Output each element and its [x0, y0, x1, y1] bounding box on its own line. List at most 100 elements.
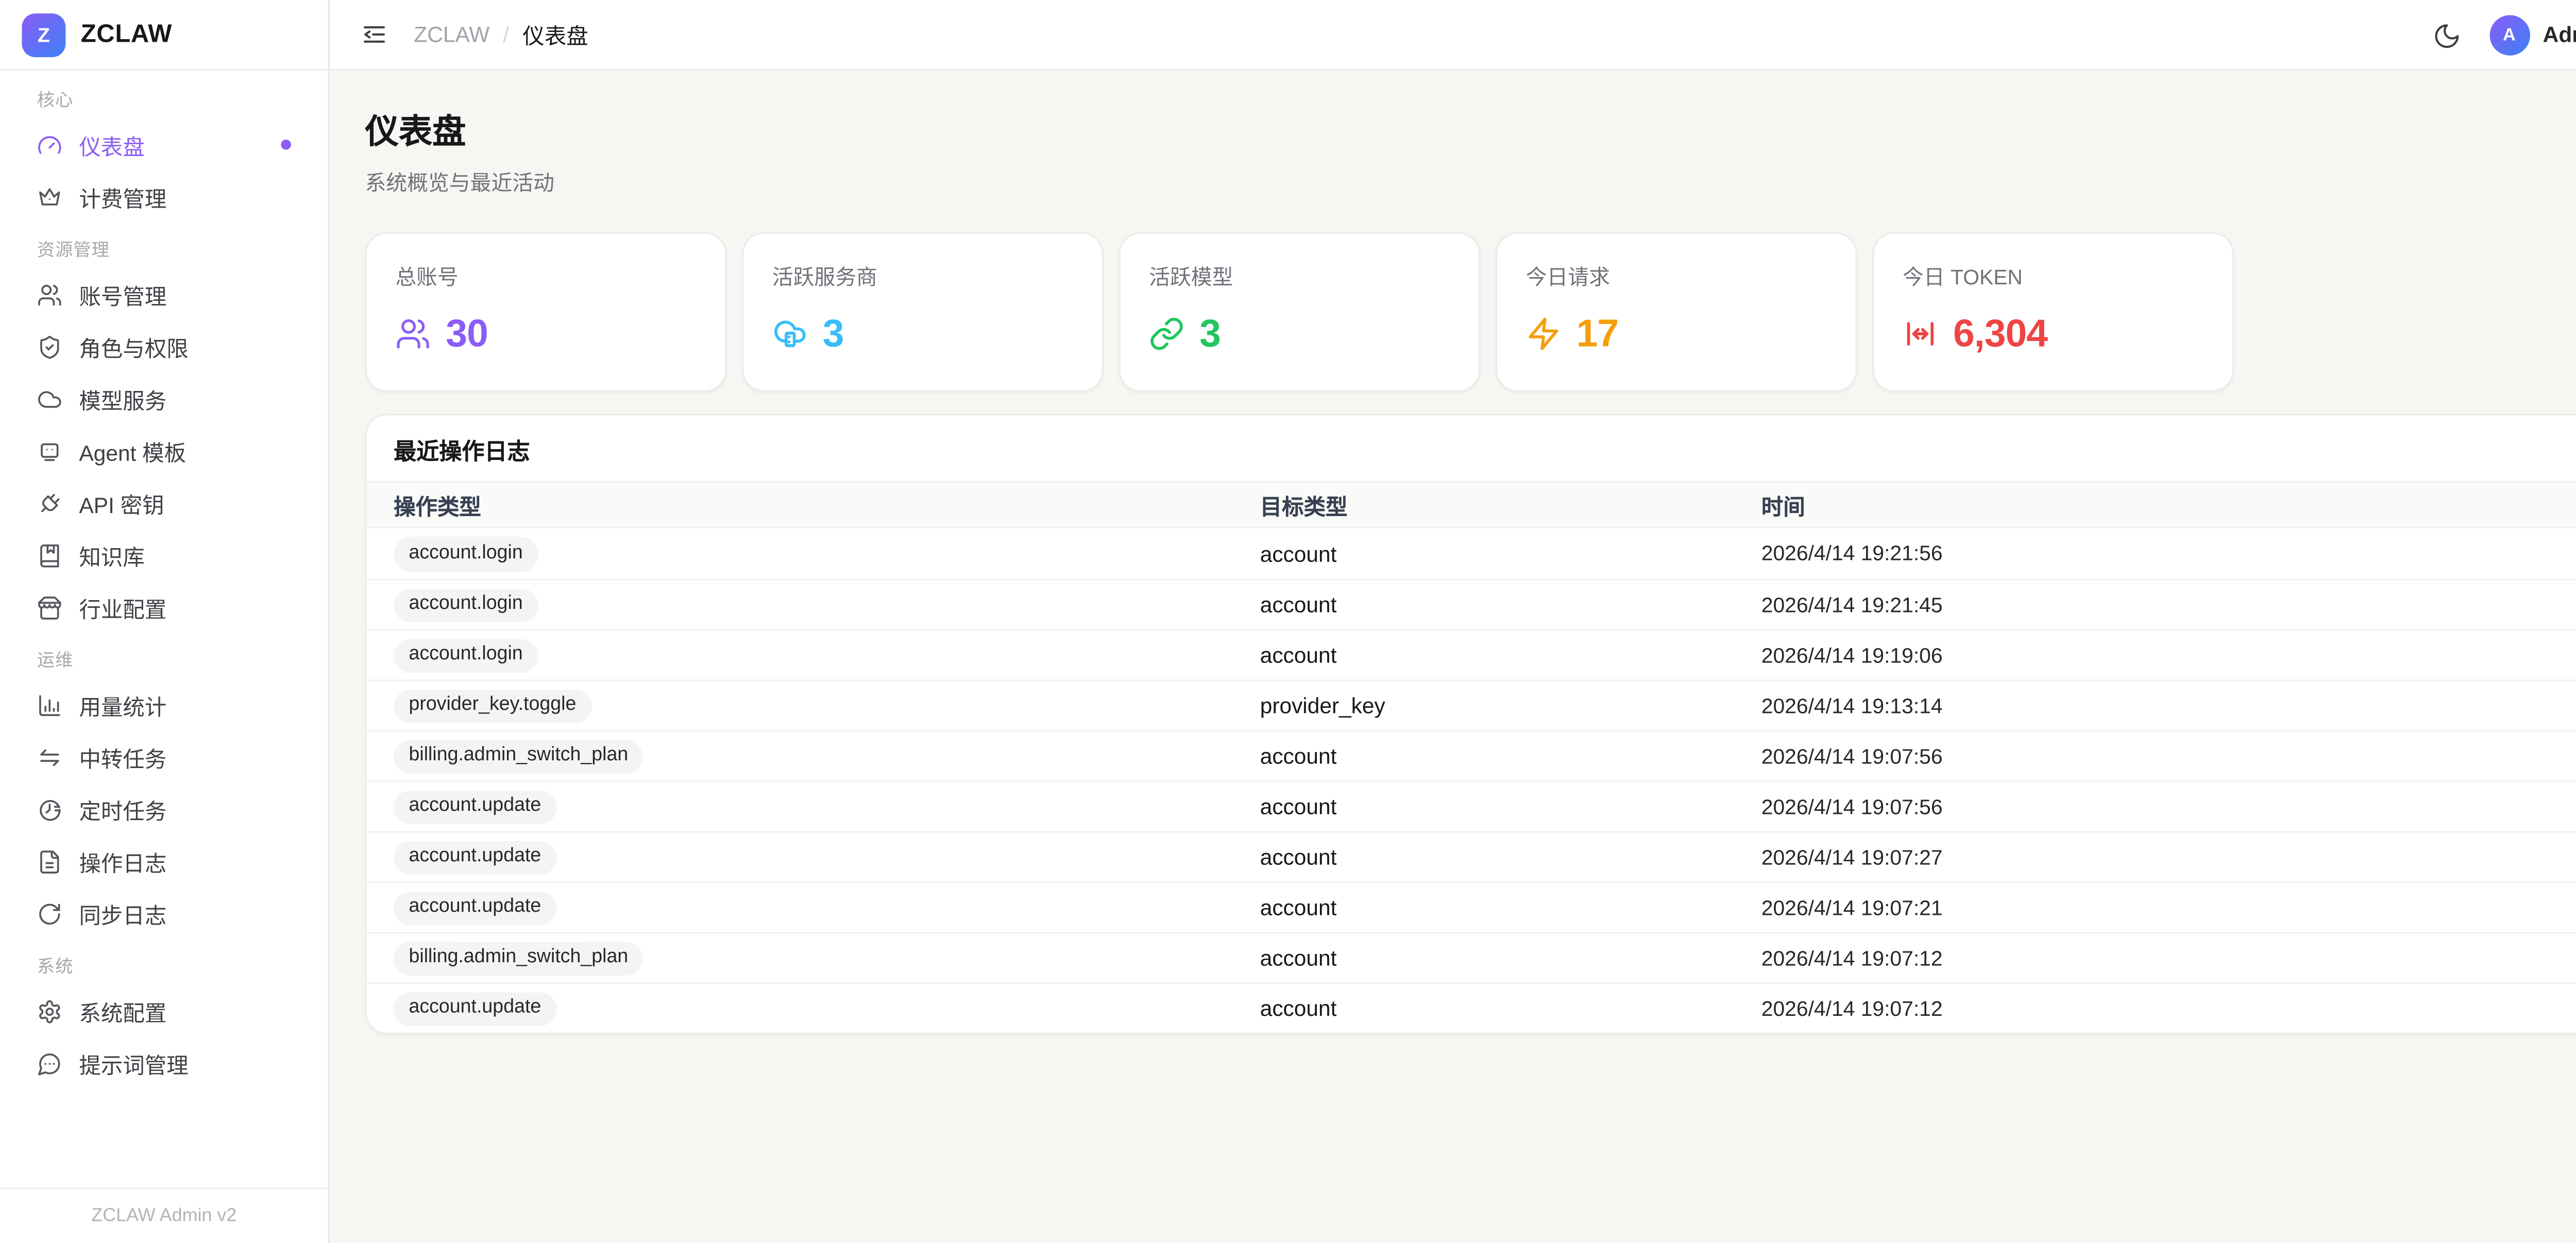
sidebar-item-relay-tasks[interactable]: 中转任务 [20, 734, 308, 780]
column-header-time: 时间 [1761, 489, 2574, 521]
sidebar-section-label: 运维 [37, 648, 291, 673]
breadcrumb-current: 仪表盘 [522, 19, 588, 50]
book-icon [37, 542, 62, 568]
page-content: 仪表盘 系统概览与最近活动 总账号 30 活跃服务商 3 活跃模型 3 今日请求… [330, 71, 2576, 1243]
sidebar-item-model-services[interactable]: 模型服务 [20, 375, 308, 422]
stat-card-value: 17 [1577, 311, 1619, 356]
table-row: account.update account 2026/4/14 19:07:5… [367, 780, 2576, 831]
table-header-row: 操作类型 目标类型 时间 [367, 481, 2576, 528]
main-area: ZCLAW / 仪表盘 A Admin 仪表盘 系统概览与最近活动 总账号 [330, 0, 2576, 1243]
zap-icon [1526, 316, 1562, 352]
sidebar-item-system-config[interactable]: 系统配置 [20, 987, 308, 1034]
brand: Z ZCLAW [0, 0, 328, 71]
target-cell: account [1260, 895, 1761, 920]
breadcrumb: ZCLAW / 仪表盘 [414, 19, 588, 50]
refresh-icon [37, 901, 62, 926]
stat-cards: 总账号 30 活跃服务商 3 活跃模型 3 今日请求 17 今日 TOKEN 6… [365, 232, 2576, 392]
sidebar-item-agent-templates[interactable]: Agent 模板 [20, 427, 308, 474]
table-row: account.login account 2026/4/14 19:19:06 [367, 629, 2576, 679]
time-cell: 2026/4/14 19:07:27 [1761, 845, 2574, 869]
sidebar-item-label: Agent 模板 [79, 435, 186, 467]
gauge-icon [37, 132, 62, 157]
sidebar-item-label: API 密钥 [79, 487, 164, 519]
sidebar-item-sync-logs[interactable]: 同步日志 [20, 890, 308, 936]
sidebar-collapse-button[interactable] [357, 18, 390, 51]
message-dots-icon [37, 1050, 62, 1076]
sidebar-item-prompt-management[interactable]: 提示词管理 [20, 1040, 308, 1086]
action-badge: billing.admin_switch_plan [394, 739, 643, 774]
time-cell: 2026/4/14 19:07:56 [1761, 744, 2574, 768]
sidebar-item-dashboard[interactable]: 仪表盘 [20, 121, 308, 168]
action-badge: account.update [394, 790, 556, 824]
time-cell: 2026/4/14 19:19:06 [1761, 643, 2574, 667]
stat-card-value: 3 [1199, 311, 1221, 356]
stat-card-today-requests: 今日请求 17 [1496, 232, 1857, 392]
sidebar-item-label: 账号管理 [79, 278, 166, 310]
sidebar-section: 运维 用量统计 中转任务 定时任务 操作日志 同步日志 [20, 648, 308, 937]
recent-logs-card: 最近操作日志 操作类型 目标类型 时间 account.login accoun… [365, 414, 2576, 1034]
topbar: ZCLAW / 仪表盘 A Admin [330, 0, 2576, 71]
stat-card-active-providers: 活跃服务商 3 [742, 232, 1104, 392]
table-row: account.login account 2026/4/14 19:21:56 [367, 528, 2576, 578]
time-cell: 2026/4/14 19:07:12 [1761, 997, 2574, 1020]
stat-card-label: 活跃模型 [1149, 259, 1450, 291]
breadcrumb-root-link[interactable]: ZCLAW [414, 22, 489, 47]
user-menu[interactable]: A Admin [2489, 14, 2576, 55]
bar-chart-icon [37, 692, 62, 718]
time-cell: 2026/4/14 19:07:21 [1761, 896, 2574, 920]
plug-icon [37, 490, 62, 516]
target-cell: account [1260, 541, 1761, 566]
moon-icon [2432, 21, 2459, 48]
brand-title: ZCLAW [81, 20, 172, 49]
sidebar-item-label: 提示词管理 [79, 1047, 188, 1079]
sidebar-item-label: 同步日志 [79, 897, 166, 929]
sidebar-section-label: 核心 [37, 88, 291, 113]
stat-card-label: 今日请求 [1526, 259, 1827, 291]
sidebar-section: 核心 仪表盘 计费管理 [20, 88, 308, 220]
sidebar-item-billing[interactable]: 计费管理 [20, 173, 308, 220]
users-icon [395, 316, 431, 352]
table-row: account.update account 2026/4/14 19:07:2… [367, 881, 2576, 932]
table-row: provider_key.toggle provider_key 2026/4/… [367, 679, 2576, 730]
action-badge: account.update [394, 992, 556, 1026]
target-cell: account [1260, 743, 1761, 769]
time-cell: 2026/4/14 19:07:56 [1761, 795, 2574, 819]
sidebar-item-op-logs[interactable]: 操作日志 [20, 838, 308, 884]
sidebar-item-label: 知识库 [79, 539, 144, 571]
column-header-target: 目标类型 [1260, 489, 1761, 521]
table-row: billing.admin_switch_plan account 2026/4… [367, 730, 2576, 780]
sidebar-section: 系统 系统配置 提示词管理 [20, 953, 308, 1086]
table-row: account.update account 2026/4/14 19:07:2… [367, 831, 2576, 881]
page-subtitle: 系统概览与最近活动 [365, 165, 2576, 197]
sidebar-nav: 核心 仪表盘 计费管理 资源管理 账号管理 角色与权限 模型服务 Agent 模… [0, 71, 328, 1187]
sidebar-item-label: 定时任务 [79, 793, 166, 825]
column-header-action: 操作类型 [394, 489, 1260, 521]
sidebar-item-usage-stats[interactable]: 用量统计 [20, 681, 308, 728]
file-text-icon [37, 848, 62, 874]
sidebar-item-label: 计费管理 [79, 181, 166, 213]
topbar-right: A Admin [2429, 14, 2576, 55]
app-root: Z ZCLAW 核心 仪表盘 计费管理 资源管理 账号管理 角色与权限 模型服务… [0, 0, 2576, 1243]
sidebar-section-label: 系统 [37, 953, 291, 979]
stat-card-active-models: 活跃模型 3 [1118, 232, 1480, 392]
sidebar-item-cron-tasks[interactable]: 定时任务 [20, 786, 308, 832]
move-horizontal-icon [1903, 316, 1938, 352]
dark-mode-toggle[interactable] [2429, 18, 2462, 51]
active-indicator-dot [281, 140, 291, 150]
avatar: A [2489, 14, 2529, 55]
sidebar-item-industry-config[interactable]: 行业配置 [20, 584, 308, 631]
bot-icon [37, 438, 62, 464]
sidebar-item-accounts[interactable]: 账号管理 [20, 271, 308, 318]
sidebar-item-api-keys[interactable]: API 密钥 [20, 480, 308, 526]
arrows-right-left-icon [37, 744, 62, 770]
table-row: account.update account 2026/4/14 19:07:1… [367, 982, 2576, 1033]
stat-card-label: 活跃服务商 [772, 259, 1073, 291]
shield-check-icon [37, 334, 62, 359]
sidebar-item-label: 系统配置 [79, 995, 166, 1027]
sidebar-footer: ZCLAW Admin v2 [0, 1187, 328, 1243]
sidebar-item-roles[interactable]: 角色与权限 [20, 323, 308, 370]
action-badge: account.login [394, 588, 538, 622]
user-name: Admin [2543, 22, 2576, 47]
action-badge: billing.admin_switch_plan [394, 941, 643, 976]
sidebar-item-knowledge-base[interactable]: 知识库 [20, 532, 308, 578]
